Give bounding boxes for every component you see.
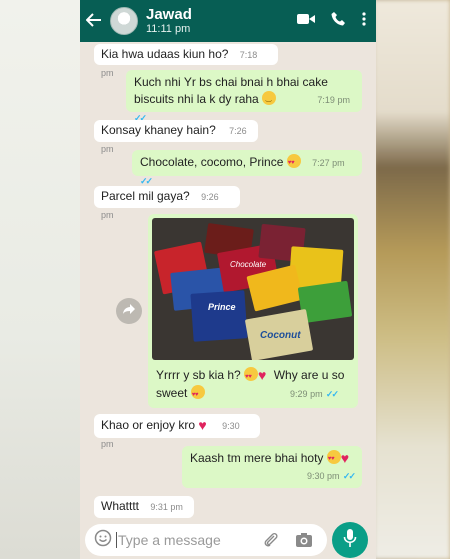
message-time: 9:30 pm	[307, 471, 340, 481]
heart-icon: ♥	[340, 450, 350, 466]
header-actions	[297, 11, 366, 26]
read-ticks-icon: ✓✓	[325, 389, 339, 399]
message-time: 9:29 pm	[290, 389, 323, 399]
photo-label-chocolate: Chocolate	[230, 260, 267, 269]
chat-header: Jawad 11:11 pm	[80, 0, 376, 42]
photo-label-coconut: Coconut	[260, 330, 301, 341]
message-incoming[interactable]: Khao or enjoy kro ♥ 9:30 pm	[94, 414, 260, 449]
photo-snack-boxes[interactable]: Prince Chocolate Coconut	[152, 218, 354, 360]
message-text: Parcel mil gaya?	[101, 189, 190, 203]
text-caret	[116, 532, 117, 548]
message-incoming[interactable]: Kia hwa udaas kiun ho? 7:18 pm	[94, 44, 278, 78]
photo-label-prince: Prince	[208, 302, 236, 312]
message-incoming[interactable]: Konsay khaney hain? 7:26 pm	[94, 120, 258, 154]
message-text: Whatttt	[101, 499, 140, 513]
message-text: Khao or enjoy kro	[101, 418, 196, 432]
read-ticks-icon: ✓✓	[140, 176, 153, 186]
contact-status: 11:11 pm	[146, 23, 191, 35]
read-ticks-icon: ✓✓	[342, 471, 356, 481]
message-incoming[interactable]: Whatttt 9:31 pm	[94, 496, 194, 518]
background-left	[0, 0, 80, 559]
background-right	[374, 0, 450, 559]
heart-icon: ♥	[198, 417, 207, 433]
mic-button[interactable]	[332, 522, 368, 558]
photo-caption: Yrrrr y sb kia h? ♥ Why are u so sweet 9…	[156, 366, 352, 404]
forward-button[interactable]	[116, 298, 142, 324]
message-text-line2: sweet	[156, 386, 188, 400]
message-text: Kia hwa udaas kiun ho?	[101, 47, 229, 61]
emoji-icon[interactable]	[94, 529, 112, 552]
composer-bar: Type a message	[80, 520, 376, 559]
heart-eyes-emoji-icon	[190, 385, 205, 404]
message-text-line1: Yrrrr y sb kia h?	[156, 368, 241, 382]
message-text: Chocolate, cocomo, Prince	[140, 155, 284, 169]
message-outgoing-photo[interactable]: Prince Chocolate Coconut Yrrrr y sb kia …	[148, 214, 358, 408]
mic-icon	[343, 528, 357, 553]
message-text-line1b: Why are u so	[273, 368, 345, 382]
message-time: 7:19 pm	[317, 95, 350, 105]
attach-icon[interactable]	[263, 531, 279, 554]
message-text: Kaash tm mere bhai hoty	[190, 451, 324, 465]
voice-call-icon[interactable]	[331, 11, 346, 26]
heart-icon: ♥	[258, 367, 267, 383]
more-options-icon[interactable]	[362, 11, 366, 26]
contact-name: Jawad	[146, 6, 192, 23]
message-text: Konsay khaney hain?	[101, 123, 216, 137]
message-incoming[interactable]: Parcel mil gaya? 9:26 pm	[94, 186, 240, 220]
contact-info[interactable]: Jawad 11:11 pm	[146, 6, 192, 36]
back-arrow-icon[interactable]	[85, 11, 108, 32]
sad-face-emoji-icon	[262, 91, 277, 113]
message-outgoing[interactable]: Chocolate, cocomo, Prince 7:27 pm ✓✓	[132, 150, 362, 186]
message-text-line1: Kuch nhi Yr bs chai bnai h bhai cake	[134, 75, 328, 89]
message-outgoing[interactable]: Kuch nhi Yr bs chai bnai h bhai cake bis…	[126, 70, 362, 123]
heart-eyes-emoji-icon	[286, 154, 301, 172]
video-call-icon[interactable]	[297, 13, 315, 25]
message-time: 7:27 pm	[312, 158, 345, 168]
camera-icon[interactable]	[295, 532, 313, 553]
heart-eyes-emoji-icon	[244, 367, 259, 386]
share-arrow-icon	[122, 302, 136, 320]
message-placeholder: Type a message	[118, 532, 221, 548]
message-input[interactable]: Type a message	[85, 524, 327, 556]
message-outgoing[interactable]: Kaash tm mere bhai hoty ♥ 9:30 pm ✓✓	[182, 446, 362, 488]
heart-eyes-emoji-icon	[326, 450, 341, 468]
snack-box	[190, 290, 248, 342]
chat-screen: Jawad 11:11 pm Kia hwa udaas kiun ho? 7:…	[80, 0, 376, 559]
message-text-line2: biscuits nhi la k dy raha	[134, 92, 259, 106]
avatar[interactable]	[110, 7, 138, 35]
message-time: 9:31 pm	[150, 502, 183, 512]
